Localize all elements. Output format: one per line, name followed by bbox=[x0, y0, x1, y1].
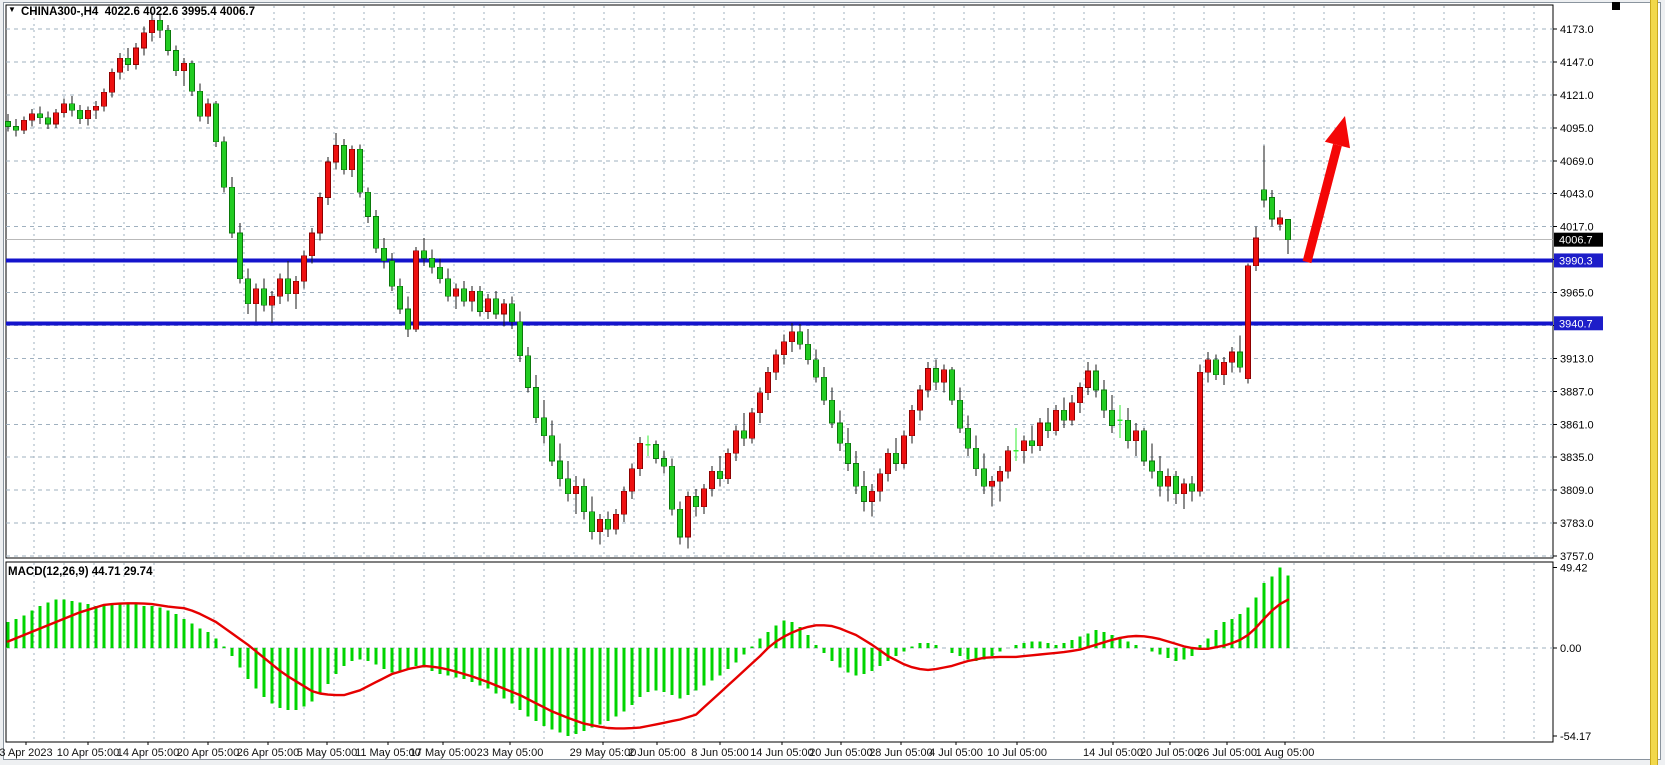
svg-text:1 Aug 05:00: 1 Aug 05:00 bbox=[1256, 747, 1315, 759]
svg-text:14 Jun 05:00: 14 Jun 05:00 bbox=[750, 747, 814, 759]
svg-text:4 Jul 05:00: 4 Jul 05:00 bbox=[929, 747, 983, 759]
svg-text:3940.7: 3940.7 bbox=[1559, 318, 1593, 330]
svg-text:17 May 05:00: 17 May 05:00 bbox=[410, 747, 477, 759]
svg-text:3809.0: 3809.0 bbox=[1560, 485, 1594, 497]
svg-text:3783.0: 3783.0 bbox=[1560, 518, 1594, 530]
chart-window: ▼ CHINA300-,H4 4022.6 4022.6 3995.4 4006… bbox=[0, 0, 1665, 765]
svg-text:20 Apr 05:00: 20 Apr 05:00 bbox=[177, 747, 239, 759]
indicator-label: MACD(12,26,9) 44.71 29.74 bbox=[8, 566, 152, 578]
chart-svg[interactable]: 4173.0 4147.0 4121.0 4095.0 4069.0 4043.0 4017… bbox=[0, 0, 1665, 765]
symbol-dropdown-icon[interactable]: ▼ bbox=[8, 5, 16, 14]
svg-text:28 Jun 05:00: 28 Jun 05:00 bbox=[869, 747, 933, 759]
svg-text:3887.0: 3887.0 bbox=[1560, 386, 1594, 398]
svg-text:3913.0: 3913.0 bbox=[1560, 353, 1594, 365]
svg-text:3861.0: 3861.0 bbox=[1560, 419, 1594, 431]
svg-text:2 Jun 05:00: 2 Jun 05:00 bbox=[628, 747, 686, 759]
svg-text:-54.17: -54.17 bbox=[1560, 731, 1591, 743]
svg-text:3 Apr 2023: 3 Apr 2023 bbox=[0, 747, 53, 759]
svg-text:4043.0: 4043.0 bbox=[1560, 189, 1594, 201]
svg-text:4069.0: 4069.0 bbox=[1560, 156, 1594, 168]
svg-text:4095.0: 4095.0 bbox=[1560, 123, 1594, 135]
svg-text:5 May 05:00: 5 May 05:00 bbox=[297, 747, 358, 759]
svg-text:20 Jun 05:00: 20 Jun 05:00 bbox=[809, 747, 873, 759]
svg-text:10 Apr 05:00: 10 Apr 05:00 bbox=[57, 747, 119, 759]
window-corner-mark bbox=[1612, 2, 1620, 10]
svg-text:26 Apr 05:00: 26 Apr 05:00 bbox=[237, 747, 299, 759]
svg-text:20 Jul 05:00: 20 Jul 05:00 bbox=[1140, 747, 1200, 759]
macd-axis-labels: 49.42 0.00 -54.17 bbox=[1553, 563, 1591, 743]
svg-text:0.00: 0.00 bbox=[1560, 643, 1581, 655]
svg-text:10 Jul 05:00: 10 Jul 05:00 bbox=[987, 747, 1047, 759]
time-axis-labels: 3 Apr 2023 10 Apr 05:0014 Apr 05:0020 Apr… bbox=[0, 742, 1314, 759]
svg-text:4173.0: 4173.0 bbox=[1560, 24, 1594, 36]
svg-text:4006.7: 4006.7 bbox=[1559, 235, 1593, 247]
support-badge: 3940.7 bbox=[1554, 316, 1603, 330]
svg-text:8 Jun 05:00: 8 Jun 05:00 bbox=[691, 747, 749, 759]
bid-price-badge: 4006.7 bbox=[1554, 233, 1603, 247]
chart-title: CHINA300-,H4 4022.6 4022.6 3995.4 4006.7 bbox=[21, 6, 255, 18]
resistance-badge: 3990.3 bbox=[1554, 253, 1603, 267]
svg-text:3835.0: 3835.0 bbox=[1560, 452, 1594, 464]
svg-text:49.42: 49.42 bbox=[1560, 563, 1588, 575]
svg-text:3965.0: 3965.0 bbox=[1560, 288, 1594, 300]
svg-text:4017.0: 4017.0 bbox=[1560, 222, 1594, 234]
svg-text:29 May 05:00: 29 May 05:00 bbox=[570, 747, 637, 759]
svg-text:3990.3: 3990.3 bbox=[1559, 255, 1593, 267]
panel-borders bbox=[6, 5, 1553, 742]
svg-text:4121.0: 4121.0 bbox=[1560, 90, 1594, 102]
svg-text:14 Jul 05:00: 14 Jul 05:00 bbox=[1083, 747, 1143, 759]
right-scrollbar-strip[interactable] bbox=[1650, 0, 1658, 765]
ohlc-readout: 4022.6 4022.6 3995.4 4006.7 bbox=[105, 6, 255, 18]
svg-text:4147.0: 4147.0 bbox=[1560, 57, 1594, 69]
svg-text:3757.0: 3757.0 bbox=[1560, 551, 1594, 563]
svg-text:14 Apr 05:00: 14 Apr 05:00 bbox=[117, 747, 179, 759]
svg-text:26 Jul 05:00: 26 Jul 05:00 bbox=[1197, 747, 1257, 759]
svg-text:23 May 05:00: 23 May 05:00 bbox=[477, 747, 544, 759]
symbol-label: CHINA300-,H4 bbox=[21, 6, 98, 18]
price-axis-labels: 4173.0 4147.0 4121.0 4095.0 4069.0 4043.0 4017… bbox=[1553, 24, 1603, 563]
